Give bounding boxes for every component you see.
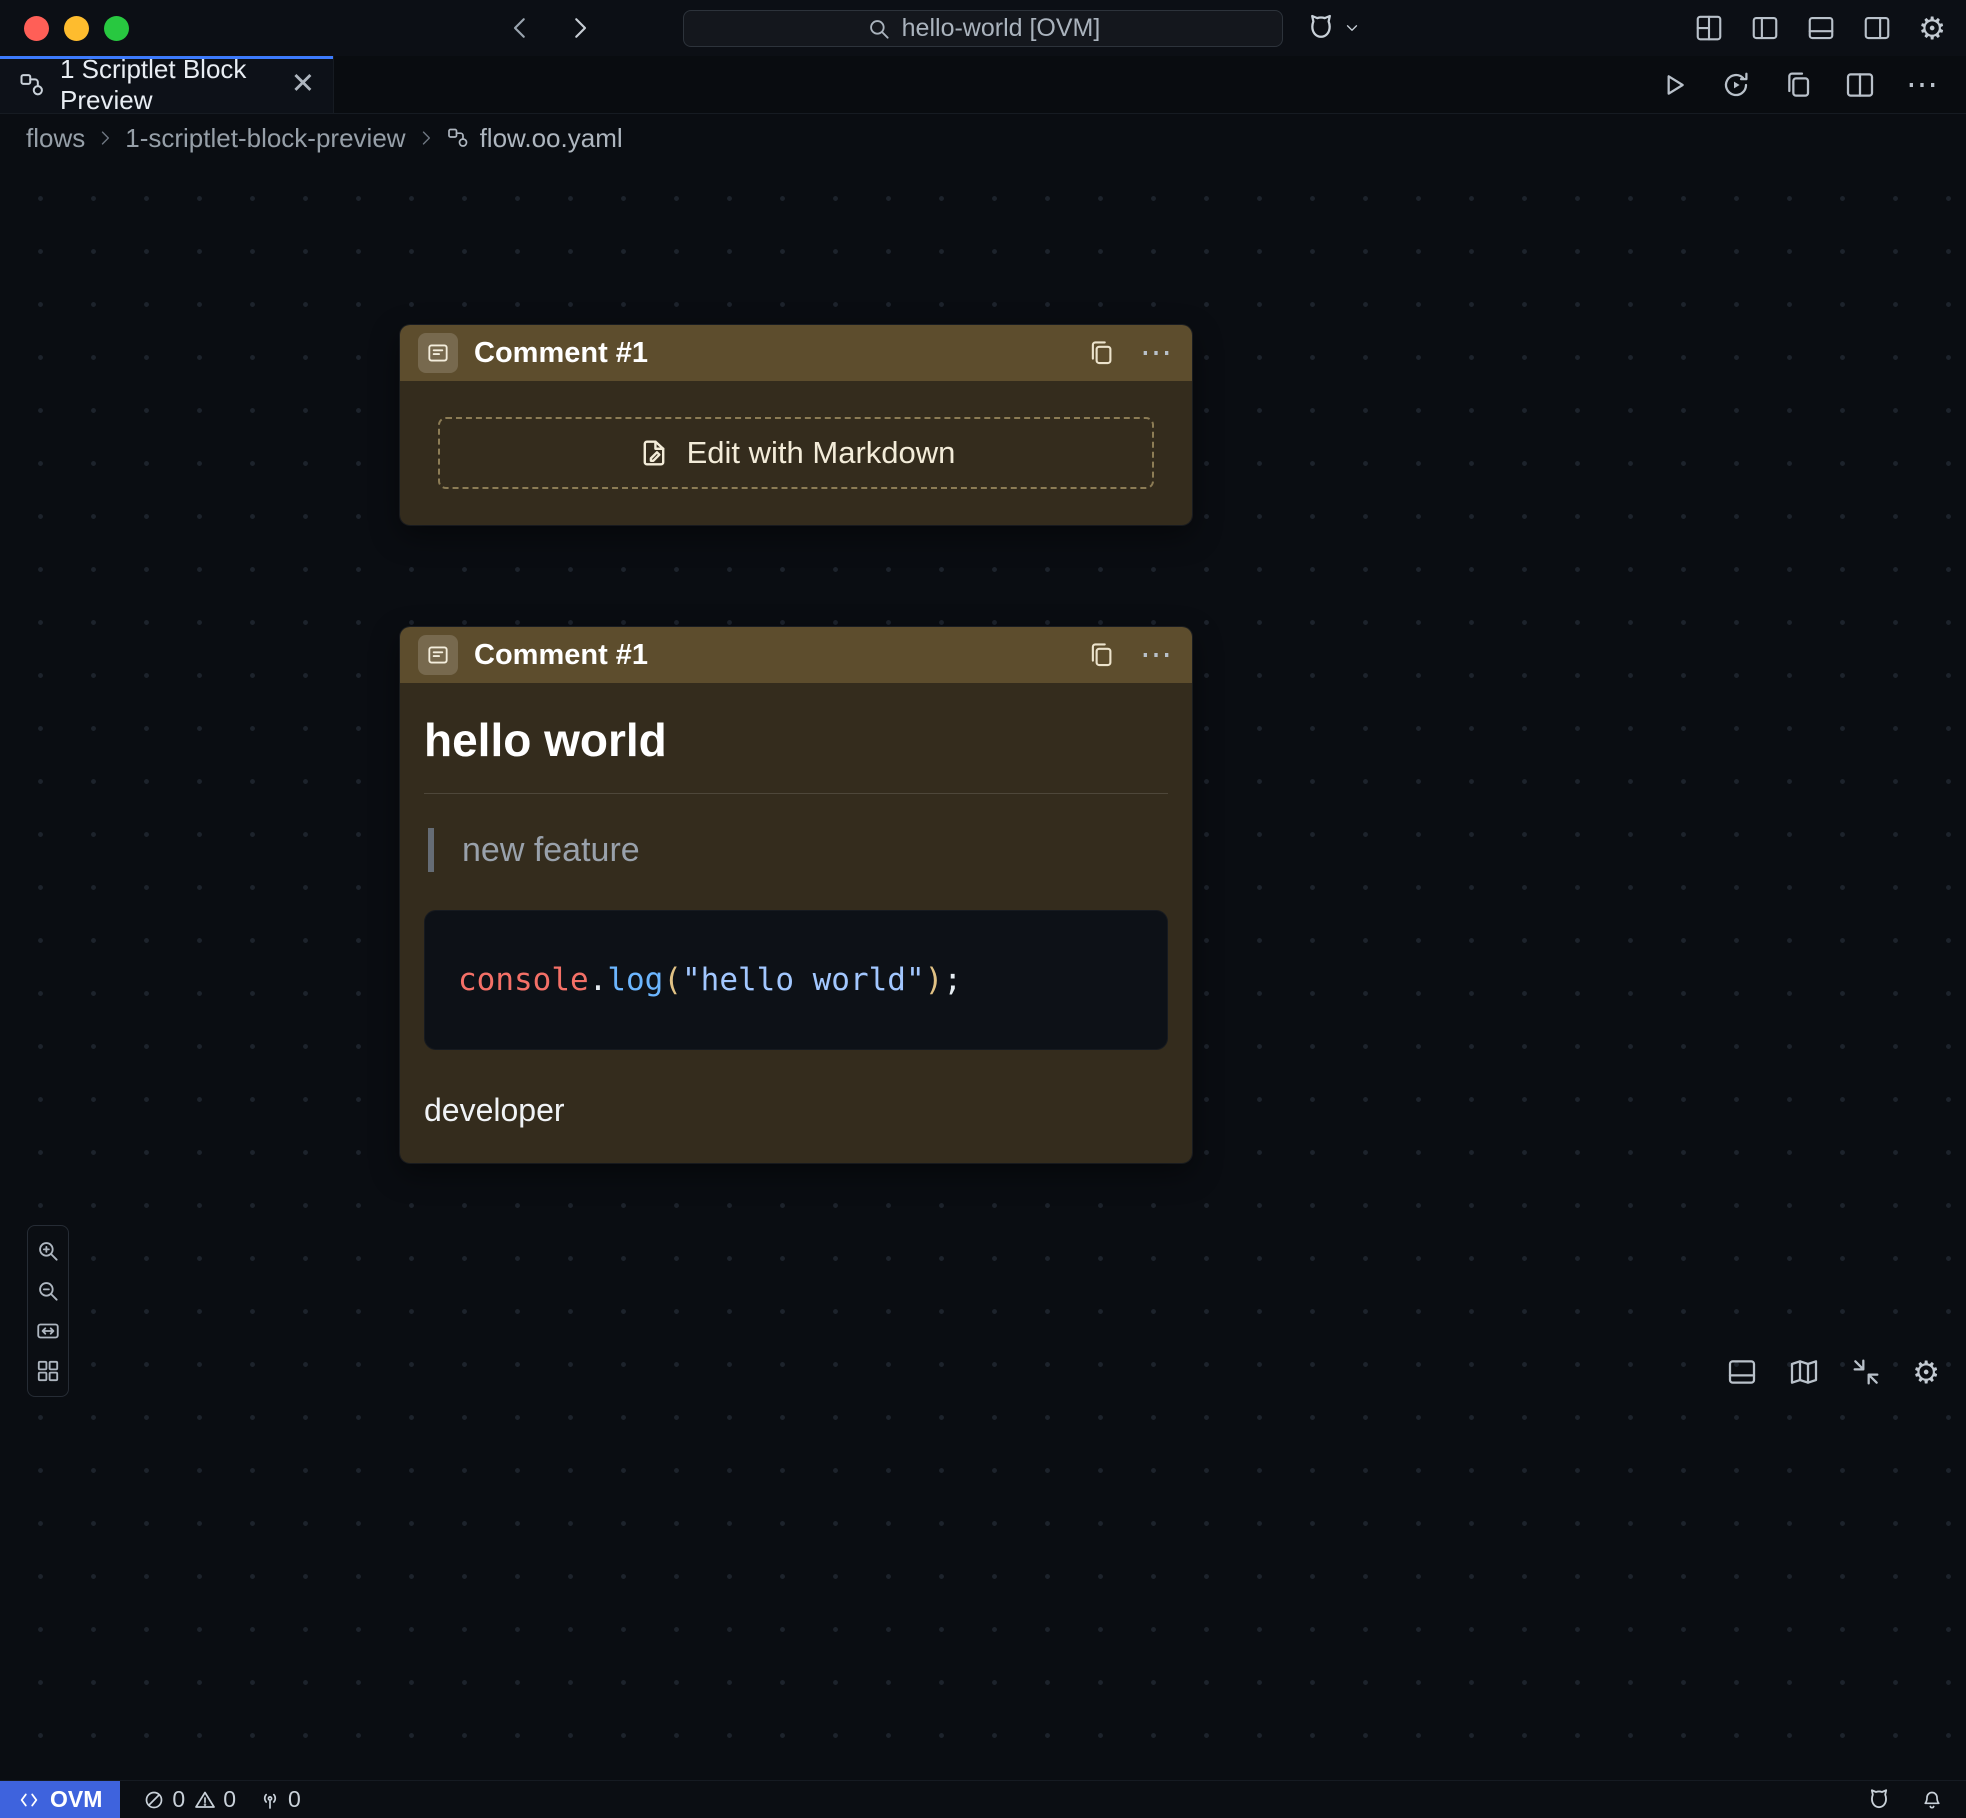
breadcrumb-flows[interactable]: flows [26, 123, 85, 154]
run-icon[interactable] [1658, 69, 1690, 101]
code-token: ( [663, 962, 682, 998]
flow-icon [18, 71, 46, 99]
open-preview-icon[interactable] [1782, 69, 1814, 101]
edit-with-markdown-label: Edit with Markdown [687, 435, 956, 471]
node-more-icon[interactable]: ⋯ [1140, 343, 1174, 362]
settings-gear-icon[interactable]: ⚙ [1918, 13, 1946, 44]
more-actions-icon[interactable]: ⋯ [1906, 75, 1940, 94]
minimap-icon[interactable] [1788, 1356, 1820, 1388]
editor-actions: ⋯ [1658, 56, 1966, 113]
markdown-heading: hello world [424, 705, 1168, 793]
warning-icon [193, 1788, 217, 1812]
layout-controls: ⚙ [1694, 0, 1946, 56]
ports-count: 0 [288, 1786, 301, 1813]
canvas-zoom-panel [27, 1225, 69, 1397]
toggle-panel-icon[interactable] [1806, 13, 1836, 43]
flow-canvas[interactable]: Comment #1 ⋯ Edit with Markdown Comment … [0, 162, 1966, 1780]
problems-status[interactable]: 0 0 [142, 1786, 236, 1813]
comment-node-actions: ⋯ [1086, 338, 1174, 368]
note-icon [418, 333, 458, 373]
bell-icon[interactable] [1920, 1788, 1944, 1812]
cat-icon [1305, 12, 1337, 44]
tab-bar: 1 Scriptlet Block Preview ✕ ⋯ [0, 56, 1966, 114]
comment-node-filled[interactable]: Comment #1 ⋯ hello world new feature con… [400, 627, 1192, 1163]
fit-width-icon[interactable] [28, 1311, 68, 1351]
comment-node-empty[interactable]: Comment #1 ⋯ Edit with Markdown [400, 325, 1192, 525]
copilot-menu[interactable] [1305, 0, 1361, 56]
toggle-secondary-sidebar-icon[interactable] [1862, 13, 1892, 43]
forward-icon[interactable] [565, 13, 595, 43]
statusbar-right [1866, 1787, 1966, 1813]
breadcrumb-folder[interactable]: 1-scriptlet-block-preview [125, 123, 405, 154]
edit-markdown-icon[interactable] [1086, 640, 1116, 670]
code-token: console [458, 962, 589, 998]
toggle-primary-sidebar-icon[interactable] [1750, 13, 1780, 43]
cat-icon[interactable] [1866, 1787, 1892, 1813]
remote-icon [18, 1789, 40, 1811]
overview-grid-icon[interactable] [28, 1351, 68, 1391]
comment-node-header[interactable]: Comment #1 ⋯ [400, 325, 1192, 381]
edit-with-markdown-button[interactable]: Edit with Markdown [438, 417, 1154, 489]
code-token: ; [943, 962, 962, 998]
chevron-right-icon [95, 128, 115, 148]
rerun-icon[interactable] [1720, 69, 1752, 101]
back-icon[interactable] [505, 13, 535, 43]
editor-window: hello-world [OVM] ⚙ 1 Scriptlet Block Pr… [0, 0, 1966, 1818]
remote-label: OVM [50, 1786, 102, 1813]
window-controls [24, 0, 129, 56]
comment-node-body: hello world new feature console.log("hel… [400, 683, 1192, 1163]
code-token: "hello world" [682, 962, 925, 998]
comment-node-actions: ⋯ [1086, 640, 1174, 670]
code-token: log [607, 962, 663, 998]
edit-markdown-icon[interactable] [1086, 338, 1116, 368]
customize-layout-icon[interactable] [1694, 13, 1724, 43]
tab-label: 1 Scriptlet Block Preview [60, 54, 277, 116]
titlebar: hello-world [OVM] ⚙ [0, 0, 1966, 56]
remote-indicator[interactable]: OVM [0, 1781, 120, 1818]
split-editor-icon[interactable] [1844, 69, 1876, 101]
chevron-right-icon [416, 128, 436, 148]
code-token: . [589, 962, 608, 998]
canvas-settings-gear-icon[interactable]: ⚙ [1912, 1357, 1940, 1388]
tab-scriptlet-block-preview[interactable]: 1 Scriptlet Block Preview ✕ [0, 56, 334, 113]
code-token: ) [925, 962, 944, 998]
comment-node-title: Comment #1 [474, 337, 648, 370]
error-icon [142, 1788, 166, 1812]
close-tab-icon[interactable]: ✕ [291, 70, 315, 99]
chevron-down-icon [1343, 19, 1361, 37]
zoom-out-icon[interactable] [28, 1271, 68, 1311]
toggle-panel-icon[interactable] [1726, 1356, 1758, 1388]
breadcrumb-file[interactable]: flow.oo.yaml [446, 123, 623, 154]
markdown-blockquote: new feature [428, 828, 1168, 872]
edit-document-icon [637, 436, 671, 470]
markdown-divider [424, 793, 1168, 794]
zoom-in-icon[interactable] [28, 1231, 68, 1271]
markdown-footer-text: developer [424, 1092, 1168, 1129]
close-window-button[interactable] [24, 16, 49, 41]
ports-status[interactable]: 0 [258, 1786, 301, 1813]
status-bar: OVM 0 0 0 [0, 1780, 1966, 1818]
comment-node-body: Edit with Markdown [400, 381, 1192, 525]
breadcrumb: flows 1-scriptlet-block-preview flow.oo.… [0, 114, 1966, 162]
comment-node-title: Comment #1 [474, 639, 648, 672]
broadcast-icon [258, 1788, 282, 1812]
note-icon [418, 635, 458, 675]
search-icon [866, 16, 892, 42]
command-center-search[interactable]: hello-world [OVM] [683, 10, 1283, 47]
warning-count: 0 [223, 1786, 236, 1813]
markdown-code-block: console.log("hello world"); [424, 910, 1168, 1050]
breadcrumb-file-label: flow.oo.yaml [480, 123, 623, 154]
node-more-icon[interactable]: ⋯ [1140, 645, 1174, 664]
error-count: 0 [172, 1786, 185, 1813]
collapse-icon[interactable] [1850, 1356, 1882, 1388]
flow-file-icon [446, 126, 470, 150]
search-value: hello-world [OVM] [902, 14, 1101, 43]
minimize-window-button[interactable] [64, 16, 89, 41]
history-nav [505, 13, 595, 43]
canvas-view-controls: ⚙ [1726, 1356, 1940, 1388]
zoom-window-button[interactable] [104, 16, 129, 41]
comment-node-header[interactable]: Comment #1 ⋯ [400, 627, 1192, 683]
